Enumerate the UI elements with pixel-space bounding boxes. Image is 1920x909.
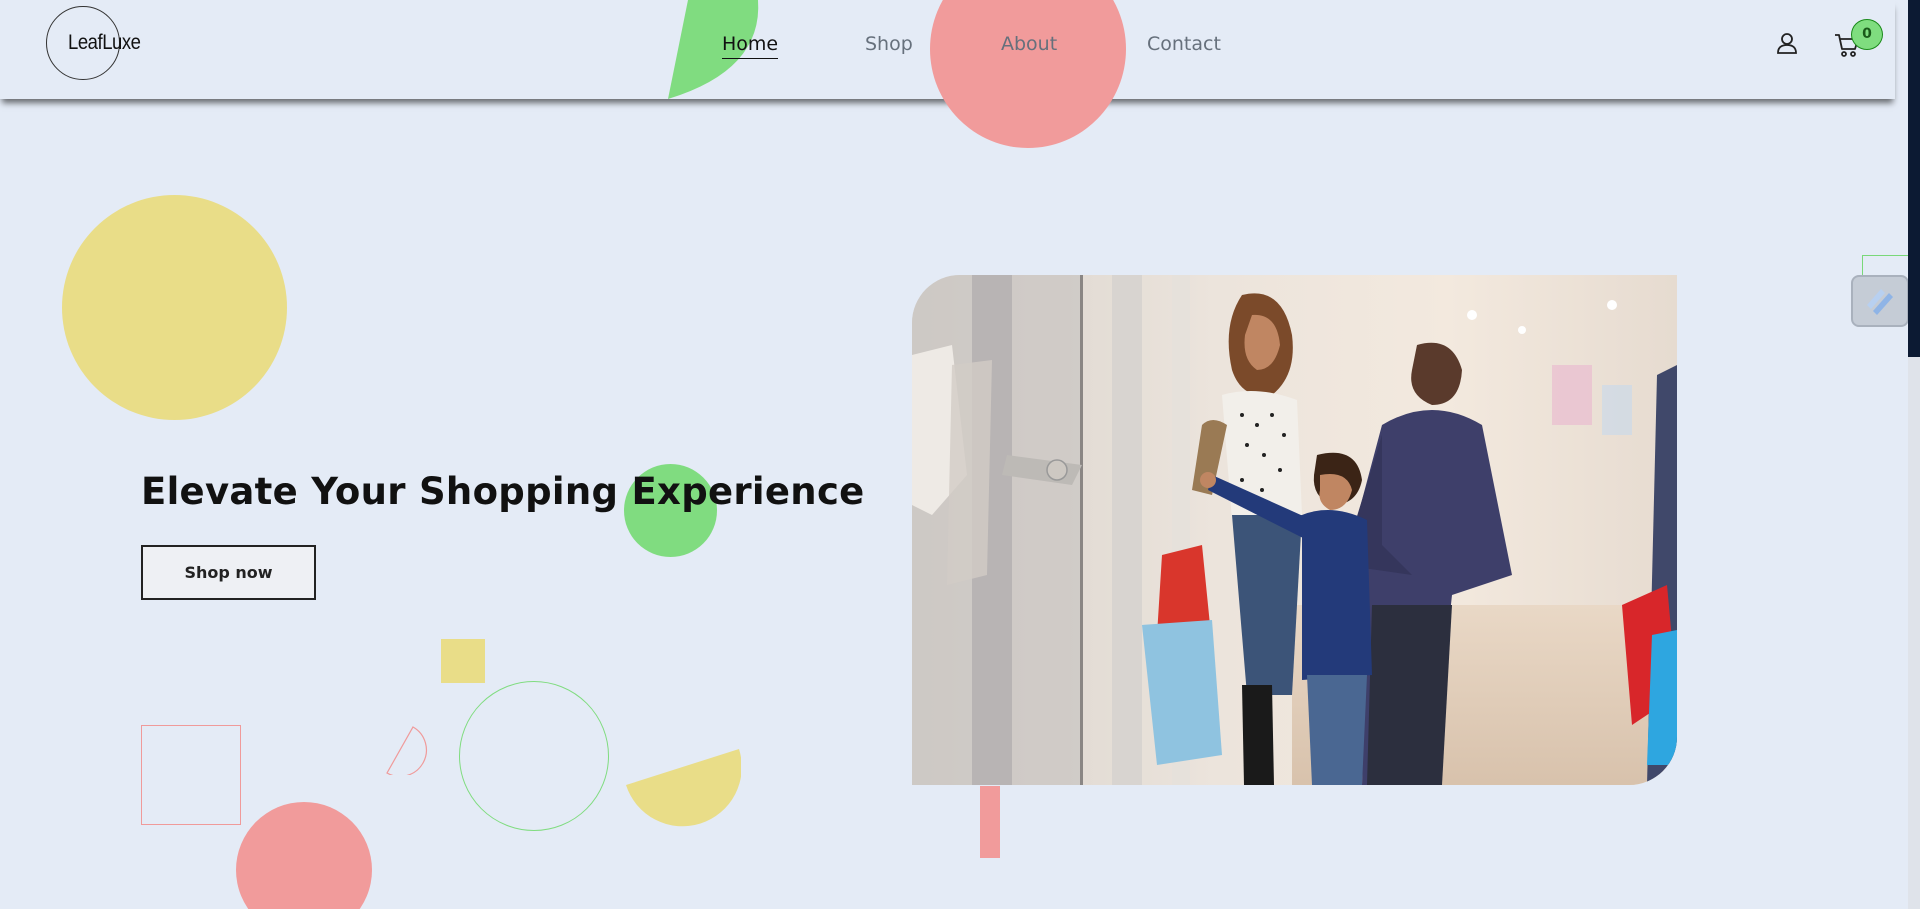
family-shopping-photo [912,275,1677,785]
nav-link-contact[interactable]: Contact [1147,33,1221,55]
page-scrollbar[interactable] [1908,0,1920,909]
user-icon[interactable] [1776,32,1798,58]
pink-bar-shape [980,786,1000,858]
nav-link-about[interactable]: About [1001,33,1057,55]
header-pink-circle-shape [930,0,1126,148]
page: LeafLuxe Home Shop About Contact 0 Eleva… [0,0,1920,909]
shop-now-button[interactable]: Shop now [141,545,316,600]
brand-name[interactable]: LeafLuxe [68,31,141,55]
scrollbar-thumb[interactable] [1908,0,1920,357]
green-outline-circle-shape [459,681,609,831]
nav-link-shop[interactable]: Shop [865,33,913,55]
yellow-circle-shape [62,195,287,420]
yellow-semicircle-shape [626,749,741,827]
side-widget-button[interactable] [1851,275,1909,327]
nav-link-home[interactable]: Home [722,33,779,59]
yellow-square-shape [441,639,485,683]
pink-outline-square-shape [141,725,241,825]
hero-title: Elevate Your Shopping Experience [141,470,865,513]
hero-image [912,275,1677,785]
cart-count-badge[interactable]: 0 [1851,19,1883,50]
lightning-icon [1867,289,1893,315]
pink-outline-halfcircle-shape [386,726,427,775]
pink-circle-shape [236,802,372,909]
